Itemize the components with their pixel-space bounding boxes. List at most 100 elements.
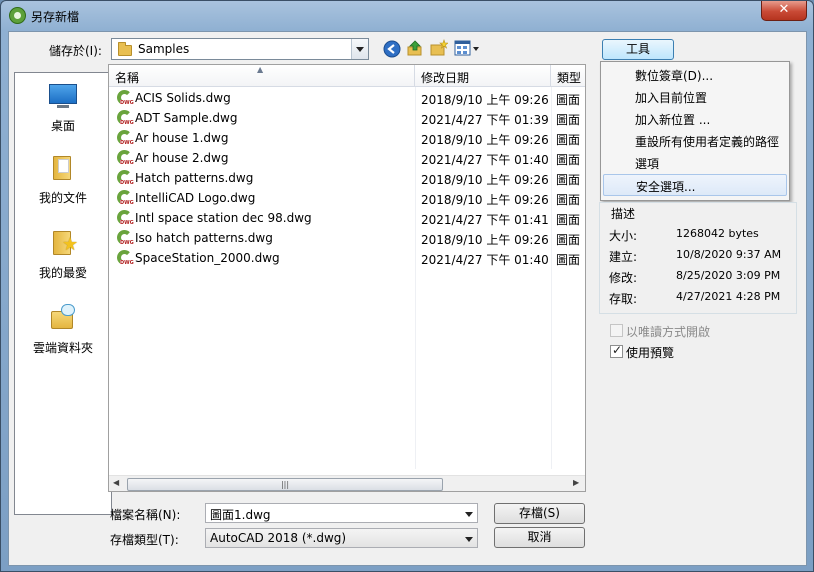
file-modified: 2018/9/10 上午 09:26 [421, 193, 549, 207]
file-modified: 2018/9/10 上午 09:26 [421, 233, 549, 247]
file-row[interactable]: DWG Intl space station dec 98.dwg 2021/4/2… [109, 209, 585, 229]
title-bar[interactable]: 另存新檔 ✕ [1, 1, 813, 31]
tools-button[interactable]: 工具 [602, 39, 674, 60]
save-button[interactable]: 存檔(S) [494, 503, 585, 524]
file-row[interactable]: DWG Ar house 2.dwg 2021/4/27 下午 01:40 圖面 [109, 149, 585, 169]
dwg-file-icon: DWG [117, 210, 134, 227]
file-row[interactable]: DWG Iso hatch patterns.dwg 2018/9/10 上午 09… [109, 229, 585, 249]
scroll-left-arrow-icon[interactable]: ◀ [113, 478, 119, 487]
file-name: ACIS Solids.dwg [135, 91, 231, 105]
use-preview-label: 使用預覽 [626, 346, 675, 360]
menu-item-reset-paths[interactable]: 重設所有使用者定義的路徑 [603, 130, 787, 152]
dialog-client-area: 儲存於(I): Samples 工具 桌面 我的文件 ★ 我的最愛 雲端資料夾 … [8, 31, 807, 566]
cancel-button[interactable]: 取消 [494, 527, 585, 548]
place-favorites[interactable]: ★ 我的最愛 [15, 228, 111, 281]
column-header-name[interactable]: 名稱 ▲ [109, 65, 415, 87]
menu-item-security-options[interactable]: 安全選項... [603, 174, 787, 196]
horizontal-scrollbar[interactable]: ◀ ||| ▶ [109, 475, 585, 491]
file-type: 圖面 [556, 93, 581, 107]
description-title: 描述 [609, 205, 638, 222]
save-in-label: 儲存於(I): [49, 44, 102, 58]
file-modified: 2018/9/10 上午 09:26 [421, 173, 549, 187]
dwg-file-icon: DWG [117, 150, 134, 167]
new-folder-icon[interactable] [430, 39, 448, 57]
sort-ascending-icon: ▲ [257, 65, 264, 74]
chevron-down-icon[interactable] [465, 537, 473, 542]
dwg-file-icon: DWG [117, 190, 134, 207]
save-in-value: Samples [138, 42, 190, 56]
file-name: Ar house 2.dwg [135, 151, 229, 165]
file-modified: 2021/4/27 下午 01:39 [421, 113, 549, 127]
place-label: 雲端資料夾 [32, 341, 93, 355]
file-list[interactable]: 名稱 ▲ 修改日期 類型 DWG ACIS Solids.dwg 2018/9/10… [108, 64, 586, 492]
menu-item-options[interactable]: 選項 [603, 152, 787, 174]
place-label: 桌面 [50, 119, 75, 133]
modified-label: 修改: [609, 271, 638, 285]
filename-value: 圖面1.dwg [210, 508, 271, 522]
place-desktop[interactable]: 桌面 [15, 81, 111, 134]
file-modified: 2021/4/27 下午 01:41 [421, 213, 549, 227]
filename-input[interactable]: 圖面1.dwg [205, 503, 478, 523]
save-as-dialog: 另存新檔 ✕ 儲存於(I): Samples 工具 桌面 我的文件 ★ 我的最愛… [0, 0, 814, 572]
column-header-label: 名稱 [115, 71, 140, 85]
file-name: SpaceStation_2000.dwg [135, 251, 280, 265]
filetype-value: AutoCAD 2018 (*.dwg) [210, 531, 347, 545]
menu-item-digital-signature[interactable]: 數位簽章(D)... [603, 64, 787, 86]
chevron-down-icon[interactable] [465, 512, 473, 517]
column-header-modified[interactable]: 修改日期 [415, 65, 551, 87]
file-row[interactable]: DWG IntelliCAD Logo.dwg 2018/9/10 上午 09:26… [109, 189, 585, 209]
file-row[interactable]: DWG ACIS Solids.dwg 2018/9/10 上午 09:26 圖面 [109, 89, 585, 109]
folder-icon [118, 42, 132, 56]
file-type: 圖面 [556, 133, 581, 147]
file-name: Iso hatch patterns.dwg [135, 231, 273, 245]
created-label: 建立: [609, 250, 638, 264]
file-type: 圖面 [556, 213, 581, 227]
favorites-star-icon: ★ [48, 228, 78, 258]
use-preview-checkbox[interactable] [610, 343, 623, 358]
filetype-select[interactable]: AutoCAD 2018 (*.dwg) [205, 528, 478, 548]
place-cloud-folder[interactable]: 雲端資料夾 [15, 303, 111, 356]
file-name: IntelliCAD Logo.dwg [135, 191, 256, 205]
place-label: 我的最愛 [38, 266, 87, 280]
dwg-file-icon: DWG [117, 130, 134, 147]
file-name: Hatch patterns.dwg [135, 171, 254, 185]
file-type: 圖面 [556, 173, 581, 187]
views-menu-icon[interactable] [454, 40, 480, 58]
created-value: 10/8/2020 9:37 AM [676, 248, 782, 261]
file-row[interactable]: DWG ADT Sample.dwg 2021/4/27 下午 01:39 圖面 [109, 109, 585, 129]
file-row[interactable]: DWG SpaceStation_2000.dwg 2021/4/27 下午 01:… [109, 249, 585, 269]
menu-item-add-new-location[interactable]: 加入新位置 ... [603, 108, 787, 130]
cloud-folder-icon [48, 303, 78, 333]
accessed-label: 存取: [609, 292, 638, 306]
modified-value: 8/25/2020 3:09 PM [676, 269, 781, 282]
file-type: 圖面 [556, 113, 581, 127]
filename-label: 檔案名稱(N): [110, 508, 181, 522]
close-button[interactable]: ✕ [761, 1, 807, 21]
dwg-file-icon: DWG [117, 170, 134, 187]
menu-item-add-current-location[interactable]: 加入目前位置 [603, 86, 787, 108]
back-icon[interactable] [383, 40, 401, 58]
save-in-combo[interactable]: Samples [111, 38, 369, 60]
readonly-checkbox[interactable] [610, 324, 623, 337]
accessed-value: 4/27/2021 4:28 PM [676, 290, 781, 303]
file-modified: 2021/4/27 下午 01:40 [421, 153, 549, 167]
documents-folder-icon [48, 153, 78, 183]
file-modified: 2018/9/10 上午 09:26 [421, 133, 549, 147]
place-documents[interactable]: 我的文件 [15, 153, 111, 206]
file-type: 圖面 [556, 253, 581, 267]
file-row[interactable]: DWG Hatch patterns.dwg 2018/9/10 上午 09:26 圖… [109, 169, 585, 189]
column-header-type[interactable]: 類型 [551, 65, 585, 87]
chevron-down-icon[interactable] [351, 39, 368, 59]
place-label: 我的文件 [38, 191, 87, 205]
file-name: Ar house 1.dwg [135, 131, 229, 145]
dwg-file-icon: DWG [117, 250, 134, 267]
dwg-file-icon: DWG [117, 110, 134, 127]
file-name: ADT Sample.dwg [135, 111, 238, 125]
scrollbar-thumb[interactable]: ||| [127, 478, 443, 491]
file-row[interactable]: DWG Ar house 1.dwg 2018/9/10 上午 09:26 圖面 [109, 129, 585, 149]
file-name: Intl space station dec 98.dwg [135, 211, 312, 225]
dwg-file-icon: DWG [117, 90, 134, 107]
up-folder-icon[interactable] [406, 39, 424, 57]
file-type: 圖面 [556, 153, 581, 167]
scroll-right-arrow-icon[interactable]: ▶ [573, 478, 579, 487]
